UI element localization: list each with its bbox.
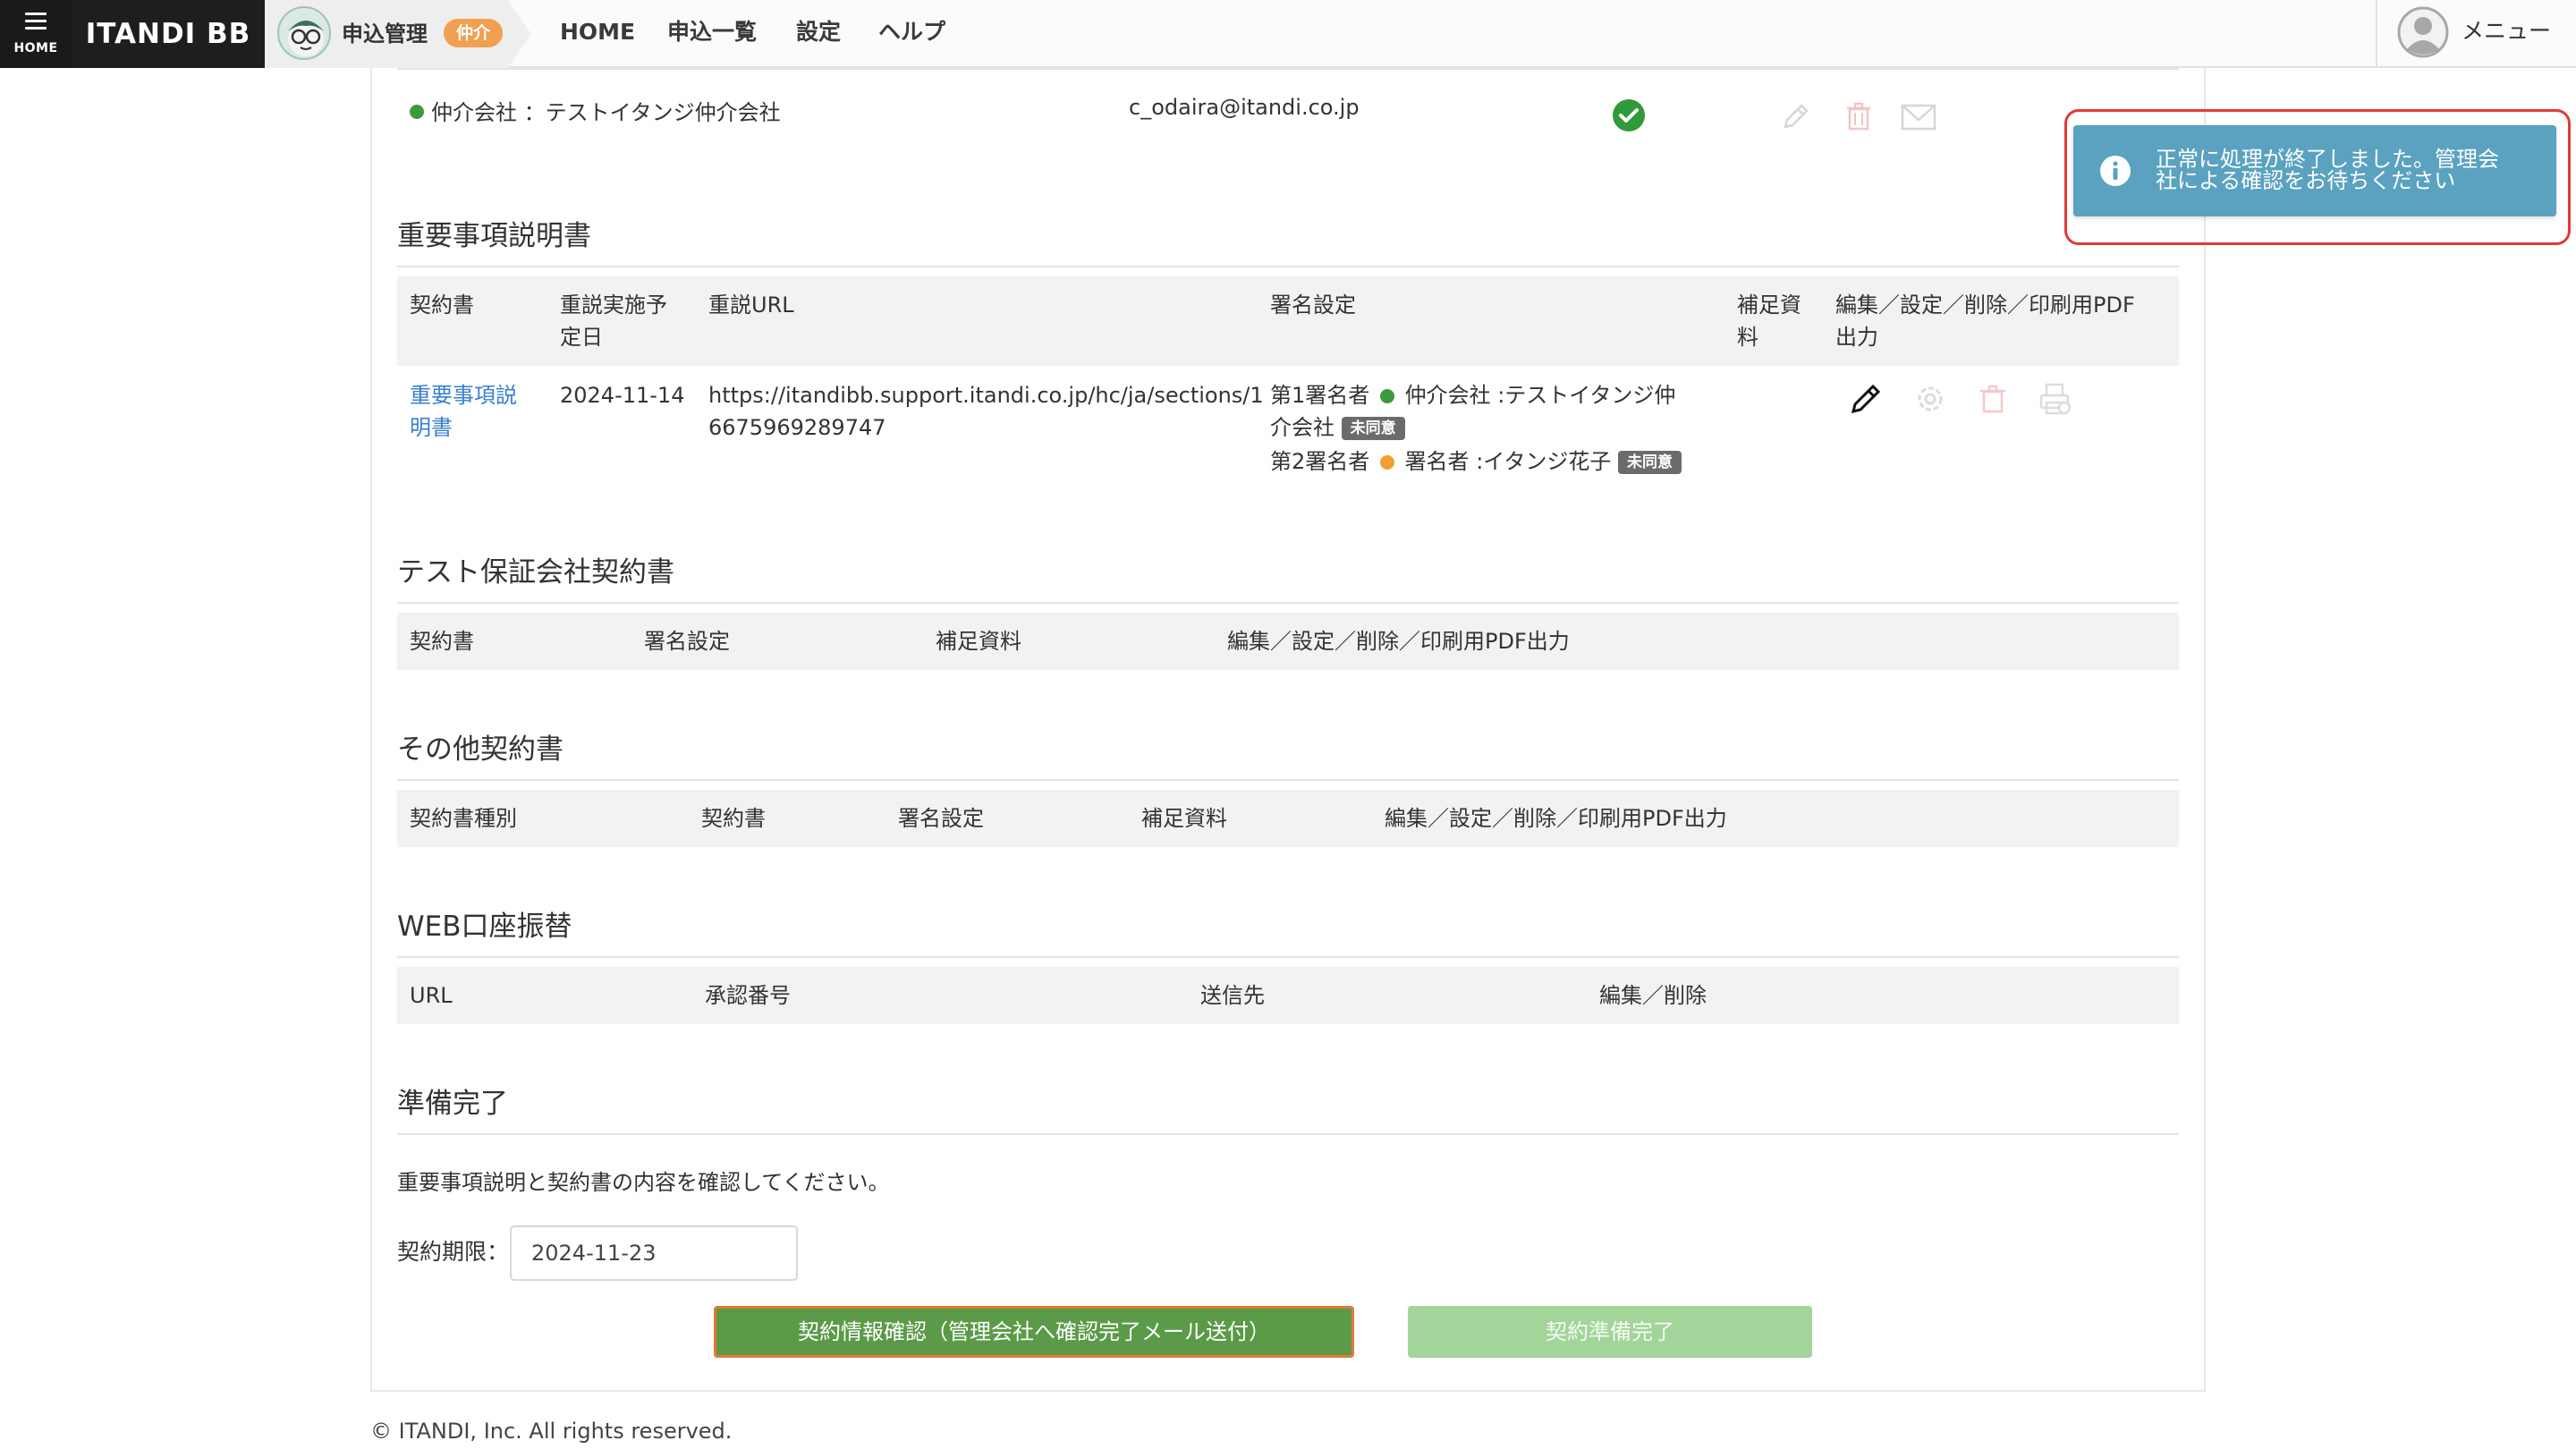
col-recipient: 送信先 [1200,983,1265,1008]
agent-name-text: 仲介会社 ：テストイタンジ仲介会社 [431,100,781,125]
mascot-avatar-icon [277,6,331,60]
col-actions: 編集／削除 [1599,983,1707,1008]
agent-row: 仲介会社 ：テストイタンジ仲介会社 c_odaira@itandi.co.jp [397,68,2179,153]
agent-email: c_odaira@itandi.co.jp [1129,95,1360,120]
confirm-contract-info-button[interactable]: 契約情報確認（管理会社へ確認完了メール送付） [714,1306,1354,1358]
col-signature: 署名設定 [898,806,984,831]
guarantee-contract-title: テスト保証会社契約書 [397,549,2179,604]
toast-line1: 正常に処理が終了しました。管理会 [2156,147,2499,172]
col-supplement: 補足資料 [936,629,1021,654]
signer1-status-badge: 未同意 [1341,417,1405,440]
trash-icon[interactable] [1843,100,1875,132]
home-menu-button[interactable]: HOME [0,0,72,68]
mail-icon[interactable] [1900,100,1937,132]
web-transfer-table-header: URL 承認番号 送信先 編集／削除 [397,967,2179,1024]
app-title: 申込管理 [342,21,428,47]
signer1-prefix: 第1署名者 [1270,383,1370,408]
user-avatar-icon [2397,6,2449,58]
signer2-status-dot [1379,455,1394,470]
success-toast[interactable]: 正常に処理が終了しました。管理会 社による確認をお待ちください [2073,125,2556,216]
toast-message: 正常に処理が終了しました。管理会 社による確認をお待ちください [2156,148,2531,191]
deadline-date-input[interactable] [510,1225,798,1281]
signer1-name-cont: 介会社 [1270,415,1335,440]
col-contract: 契約書 [410,292,474,318]
user-menu[interactable]: メニュー [2376,0,2576,68]
nav-application-list[interactable]: 申込一覧 [667,0,757,64]
nav-help[interactable]: ヘルプ [878,0,945,64]
col-actions-line2: 出力 [1835,325,1878,350]
col-supplement-line1: 補足資 [1737,292,1801,318]
col-contract: 契約書 [410,629,474,654]
gear-icon[interactable] [1912,381,1948,417]
print-pdf-icon[interactable] [2038,381,2073,417]
brand-logo[interactable]: ITANDI BB [72,0,265,68]
col-actions: 編集／設定／削除／印刷用PDF出力 [1385,806,1727,831]
role-badge: 仲介 [444,19,504,47]
hamburger-icon [25,13,47,30]
signer2-line: 第2署名者 署名者 :イタンジ花子 未同意 [1270,445,1682,478]
nav-settings[interactable]: 設定 [796,0,841,64]
explanation-date: 2024-11-14 [560,383,685,408]
important-doc-link-line1[interactable]: 重要事項説 [410,379,517,411]
col-contract-type: 契約書種別 [410,806,517,831]
signer1-status-dot [1379,389,1394,403]
col-url: URL [410,983,453,1008]
col-url: 重説URL [708,292,794,318]
nav-home[interactable]: HOME [560,0,635,64]
top-navigation-bar: HOME ITANDI BB 申込管理 仲介 HOME 申込一覧 設定 ヘルプ … [0,0,2576,68]
pencil-icon[interactable] [1780,100,1812,132]
col-contract: 契約書 [701,806,766,831]
deadline-label: 契約期限： [397,1239,510,1265]
col-signature: 署名設定 [644,629,730,654]
agent-name: 仲介会社 ：テストイタンジ仲介会社 [410,95,781,126]
web-transfer-title: WEB口座振替 [397,903,2179,958]
signer2-prefix: 第2署名者 [1270,449,1370,474]
explanation-url-line2: 6675969289747 [708,415,886,440]
col-supplement: 補足資料 [1141,806,1227,831]
edit-pencil-icon[interactable] [1848,381,1884,417]
other-contracts-title: その他契約書 [397,726,2179,781]
col-actions-line1: 編集／設定／削除／印刷用PDF [1835,292,2135,318]
ready-title: 準備完了 [397,1080,2179,1135]
signer1-name: 仲介会社 :テストイタンジ仲 [1404,383,1676,408]
signer2-name: 署名者 :イタンジ花子 [1404,449,1612,474]
contract-ready-button[interactable]: 契約準備完了 [1408,1306,1812,1358]
status-dot-green [410,105,424,119]
guarantee-table-header: 契約書 署名設定 補足資料 編集／設定／削除／印刷用PDF出力 [397,613,2179,670]
toast-line2: 社による確認をお待ちください [2156,168,2456,193]
delete-trash-icon[interactable] [1975,381,2011,417]
home-button-label: HOME [13,41,58,55]
signer1-line2: 介会社 未同意 [1270,411,1405,444]
info-icon [2100,156,2131,186]
col-date-line2: 定日 [560,325,603,350]
signer2-status-badge: 未同意 [1617,451,1682,474]
important-matters-table-header: 契約書 重説実施予 定日 重説URL 署名設定 補足資 料 編集／設定／削除／印… [397,276,2179,366]
important-doc-link-line2[interactable]: 明書 [410,411,453,444]
ready-instruction: 重要事項説明と契約書の内容を確認してください。 [397,1170,890,1195]
col-date-line1: 重説実施予 [560,292,667,318]
check-circle-icon [1613,99,1645,131]
col-signature: 署名設定 [1270,292,1356,318]
important-matters-title: 重要事項説明書 [397,213,2179,267]
explanation-url-line1: https://itandibb.support.itandi.co.jp/hc… [708,383,1264,408]
signer1-line1: 第1署名者 仲介会社 :テストイタンジ仲 [1270,379,1675,411]
other-contracts-table-header: 契約書種別 契約書 署名設定 補足資料 編集／設定／削除／印刷用PDF出力 [397,790,2179,847]
menu-label: メニュー [2462,18,2552,44]
col-actions: 編集／設定／削除／印刷用PDF出力 [1227,629,1570,654]
col-supplement-line2: 料 [1737,325,1758,350]
footer-copyright: © ITANDI, Inc. All rights reserved. [370,1419,733,1444]
app-switcher-tab[interactable]: 申込管理 仲介 [265,0,531,68]
col-approval-number: 承認番号 [705,983,791,1008]
